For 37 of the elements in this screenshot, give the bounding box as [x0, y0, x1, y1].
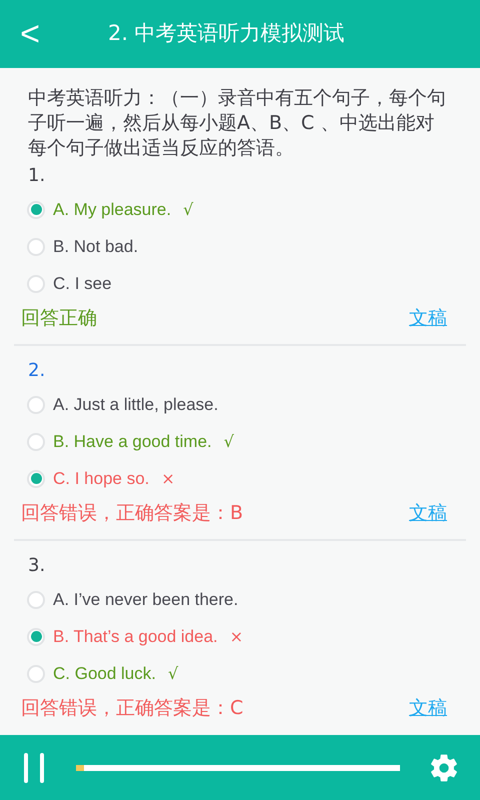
back-button[interactable]: <: [4, 8, 56, 60]
option-label[interactable]: A. I’ve never been there.: [53, 586, 238, 612]
radio-button[interactable]: [27, 432, 45, 450]
page-title: 2. 中考英语听力模拟测试: [107, 20, 346, 48]
transcript-link[interactable]: 文稿: [409, 694, 447, 722]
instructions-text: 中考英语听力：（一）录音中有五个句子，每个句子听一遍，然后从每小题A、B、C 、中选出能对每个句子做出适当反应的答语。: [27, 86, 447, 161]
radio-button[interactable]: [27, 274, 45, 292]
option-label[interactable]: B. Not bad.: [53, 234, 138, 260]
result-text: 回答错误，正确答案是：C: [21, 696, 244, 721]
option-label[interactable]: C. Good luck.: [53, 660, 156, 686]
result-text: 回答正确: [21, 306, 97, 331]
option-label[interactable]: A. My pleasure.: [53, 196, 172, 222]
radio-button[interactable]: [27, 238, 45, 256]
option-label[interactable]: B. That’s a good idea.: [53, 624, 218, 650]
option-label[interactable]: B. Have a good time.: [53, 428, 212, 454]
radio-button[interactable]: [27, 628, 45, 646]
radio-button[interactable]: [27, 664, 45, 682]
cross-mark: ×: [230, 626, 244, 648]
radio-button[interactable]: [27, 590, 45, 608]
radio-button[interactable]: [27, 200, 45, 218]
question-number: 3.: [27, 554, 46, 578]
settings-icon[interactable]: [428, 752, 460, 784]
transcript-link[interactable]: 文稿: [409, 498, 447, 528]
question-number: 1.: [27, 164, 46, 188]
radio-button[interactable]: [27, 470, 45, 488]
result-text: 回答错误，正确答案是：B: [21, 500, 244, 526]
radio-button[interactable]: [27, 396, 45, 414]
check-mark: √: [224, 430, 234, 452]
transcript-link[interactable]: 文稿: [409, 304, 447, 332]
pause-icon: [22, 752, 46, 782]
option-label[interactable]: C. I see: [53, 270, 112, 296]
check-mark: √: [183, 198, 194, 220]
option-label[interactable]: A. Just a little, please.: [53, 392, 218, 418]
check-mark: √: [168, 662, 178, 684]
question-number: 2.: [27, 359, 46, 383]
option-label[interactable]: C. I hope so.: [53, 466, 150, 492]
cross-mark: ×: [161, 468, 175, 490]
